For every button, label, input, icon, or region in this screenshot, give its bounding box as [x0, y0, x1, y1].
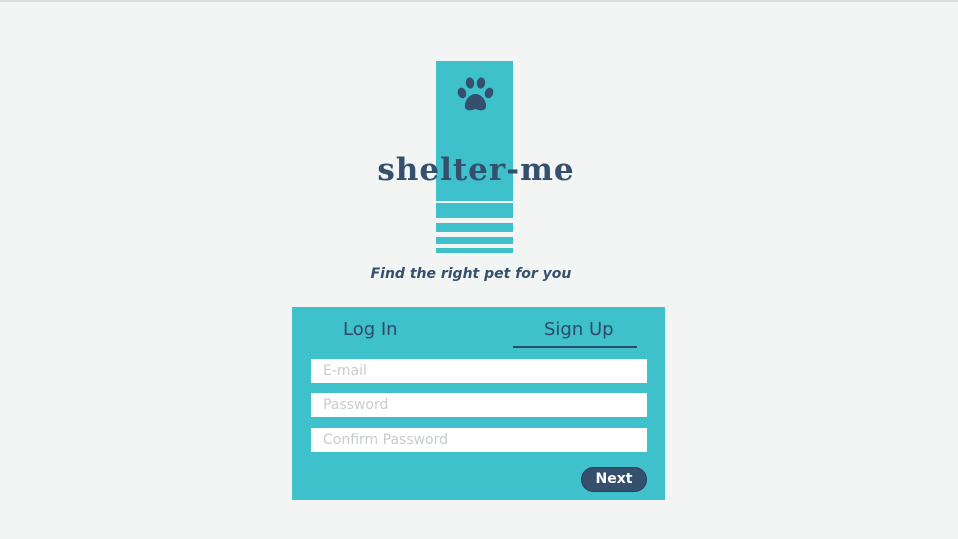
- confirm-password-field[interactable]: [311, 428, 647, 452]
- email-field[interactable]: [311, 359, 647, 383]
- brand-logo: shelter-me: [368, 60, 588, 256]
- password-field[interactable]: [311, 393, 647, 417]
- tab-log-in[interactable]: Log In: [343, 319, 398, 340]
- logo-stripe: [436, 223, 513, 232]
- logo-stripe: [436, 237, 513, 244]
- top-divider: [0, 0, 958, 2]
- logo-stripe: [436, 203, 513, 218]
- tagline: Find the right pet for you: [370, 266, 572, 282]
- logo-stripe: [436, 248, 513, 253]
- paw-icon: [457, 77, 494, 111]
- brand-name: shelter-me: [377, 152, 575, 188]
- tab-sign-up[interactable]: Sign Up: [544, 319, 614, 340]
- next-button[interactable]: Next: [581, 467, 647, 492]
- auth-card: Log In Sign Up Next: [292, 307, 665, 500]
- active-tab-indicator: [513, 346, 637, 348]
